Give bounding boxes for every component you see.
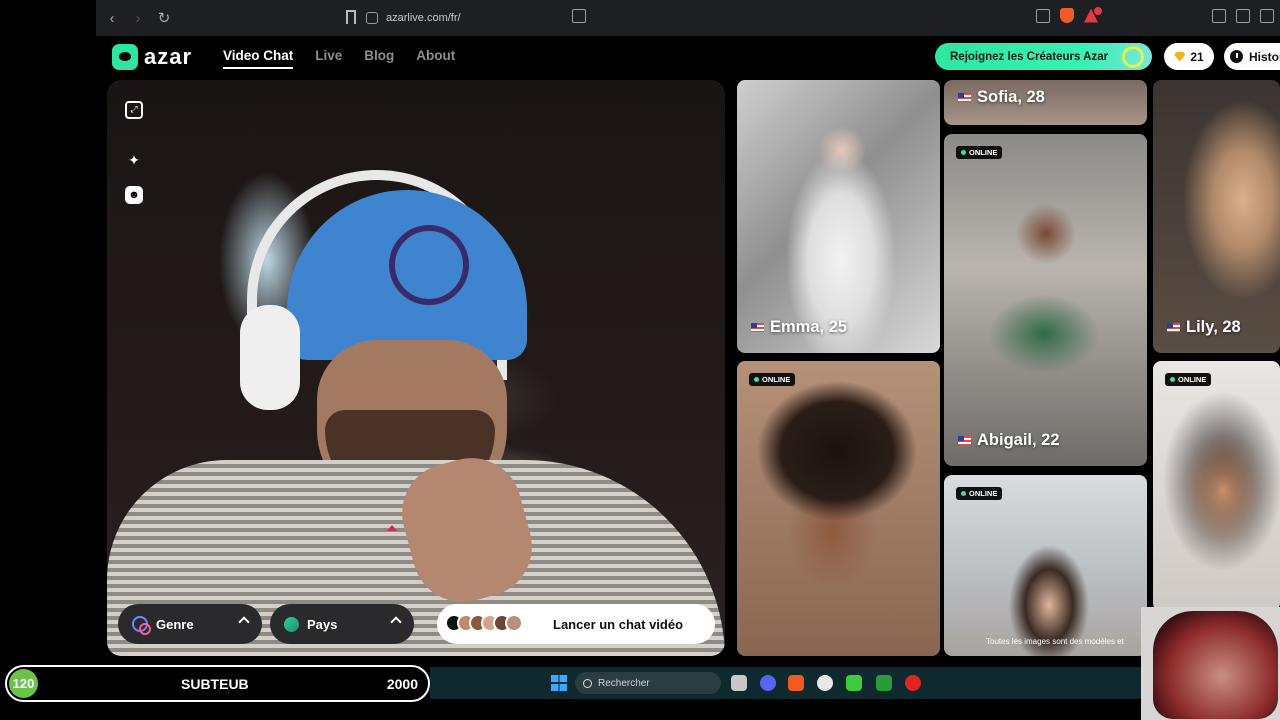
profile-card-sofia[interactable]: Sofia, 28: [944, 80, 1147, 125]
youtube-icon[interactable]: [905, 675, 921, 691]
history-label: Histor: [1249, 49, 1280, 64]
pays-label: Pays: [307, 616, 338, 632]
menu-live[interactable]: Live: [315, 48, 342, 69]
profile-card-lily[interactable]: Lily, 28: [1153, 80, 1280, 353]
sparkle-effects-icon[interactable]: ✦: [125, 151, 143, 169]
download-icon[interactable]: [1236, 8, 1250, 23]
online-dot: [961, 150, 966, 155]
start-video-chat-button[interactable]: Lancer un chat vidéo: [437, 604, 715, 644]
taskbar-search[interactable]: Rechercher: [575, 672, 721, 694]
start-video-chat-label: Lancer un chat vidéo: [553, 617, 684, 632]
clock-icon: [1230, 50, 1243, 63]
fullscreen-icon[interactable]: ⤢: [125, 101, 143, 119]
chevron-up-icon: [238, 616, 250, 628]
notification-badge: [1094, 6, 1102, 15]
screen: ‹ › ↻ azarlive.com/fr/ azar Video Chat L…: [0, 0, 1280, 720]
online-badge: ONLINE: [749, 373, 796, 386]
sub-goal-counter: 120 SUBTEUB 2000: [5, 665, 430, 702]
discord-icon[interactable]: [760, 675, 776, 691]
profile-card-online-2[interactable]: ONLINE Toutes les images sont des modèle…: [944, 475, 1147, 656]
gem-count: 21: [1190, 49, 1204, 64]
profile-name: Abigail, 22: [958, 431, 1060, 450]
globe-icon: [284, 616, 299, 632]
avatar: [505, 614, 523, 632]
webcam-face-shape: [1153, 611, 1278, 719]
online-badge: ONLINE: [956, 146, 1003, 159]
search-icon: [583, 678, 592, 688]
counter-value: 120: [9, 669, 38, 698]
profile-card-online-3[interactable]: ONLINE: [1153, 361, 1280, 611]
menu-icon[interactable]: [1260, 8, 1274, 23]
online-dot: [961, 491, 966, 496]
profile-card-online-1[interactable]: ONLINE: [737, 361, 940, 656]
profile-card-emma[interactable]: Emma, 25: [737, 80, 940, 353]
us-flag-icon: [751, 323, 764, 332]
share-icon[interactable]: [1036, 8, 1050, 23]
counter-goal: 2000: [386, 676, 418, 692]
genre-filter[interactable]: Genre: [118, 604, 262, 644]
profile-name: Sofia, 28: [958, 88, 1045, 107]
profile-name: Lily, 28: [1167, 318, 1241, 337]
local-video-preview: ⤢ ✦ ☻ Genre Pays Lancer un chat vidéo: [107, 80, 725, 656]
brave-browser-icon[interactable]: [788, 675, 804, 691]
windows-start-icon[interactable]: [551, 675, 567, 691]
streamer-webcam: [1141, 607, 1280, 720]
windows-taskbar: Rechercher: [430, 667, 1142, 699]
azar-logo[interactable]: azar: [112, 44, 192, 70]
url-text[interactable]: azarlive.com/fr/: [386, 12, 461, 24]
browser-toolbar: ‹ › ↻ azarlive.com/fr/: [96, 0, 1280, 36]
us-flag-icon: [958, 436, 971, 445]
online-dot: [754, 377, 759, 382]
models-disclaimer: Toutes les images sont des modèles et: [986, 637, 1124, 646]
azar-logo-icon: [112, 44, 138, 70]
menu-about[interactable]: About: [416, 48, 455, 69]
headset-earcup: [240, 305, 300, 410]
join-creators-label: Rejoignez les Créateurs Azar: [950, 50, 1109, 63]
online-badge: ONLINE: [1165, 373, 1212, 386]
menu-blog[interactable]: Blog: [364, 48, 394, 69]
cast-icon[interactable]: [572, 8, 586, 23]
hat-symbol: [389, 225, 469, 305]
profile-name: Emma, 25: [751, 318, 847, 337]
gender-icon: [132, 616, 151, 635]
logo-text: azar: [144, 44, 193, 69]
gem-icon: [1174, 51, 1186, 62]
taskbar-search-placeholder: Rechercher: [598, 677, 650, 689]
reload-button[interactable]: ↻: [154, 9, 174, 27]
brazil-flag-app-icon[interactable]: [876, 675, 892, 691]
main-menu: Video Chat Live Blog About: [223, 48, 455, 69]
history-button[interactable]: Histor: [1224, 43, 1280, 70]
online-badge: ONLINE: [956, 487, 1003, 500]
us-flag-icon: [1167, 323, 1180, 332]
app-icon[interactable]: [846, 675, 862, 691]
avatar-stack: [445, 614, 523, 632]
profile-card-abigail[interactable]: ONLINE Abigail, 22: [944, 134, 1147, 466]
obs-icon[interactable]: [817, 675, 833, 691]
browser-actions: [572, 6, 1280, 23]
gem-balance-button[interactable]: 21: [1164, 43, 1214, 70]
forward-button[interactable]: ›: [128, 10, 148, 27]
back-button[interactable]: ‹: [102, 10, 122, 27]
task-view-icon[interactable]: [731, 675, 747, 691]
genre-label: Genre: [156, 616, 194, 632]
menu-video-chat[interactable]: Video Chat: [223, 48, 294, 69]
bookmark-icon[interactable]: [346, 10, 356, 24]
us-flag-icon: [958, 93, 971, 102]
creator-badge-icon: [1122, 46, 1144, 68]
country-filter[interactable]: Pays: [270, 604, 414, 644]
face-mask-icon[interactable]: ☻: [125, 186, 143, 204]
chevron-up-icon: [390, 616, 402, 628]
site-header: azar Video Chat Live Blog About Rejoigne…: [96, 36, 1280, 80]
brave-shields-icon[interactable]: [1060, 8, 1074, 23]
left-black-strip: [0, 0, 96, 720]
counter-name: SUBTEUB: [181, 676, 249, 692]
address-bar[interactable]: azarlive.com/fr/: [366, 8, 461, 28]
join-creators-button[interactable]: Rejoignez les Créateurs Azar: [935, 43, 1152, 70]
sidebar-icon[interactable]: [1212, 8, 1226, 23]
site-info-icon[interactable]: [366, 12, 378, 24]
online-dot: [1170, 377, 1175, 382]
